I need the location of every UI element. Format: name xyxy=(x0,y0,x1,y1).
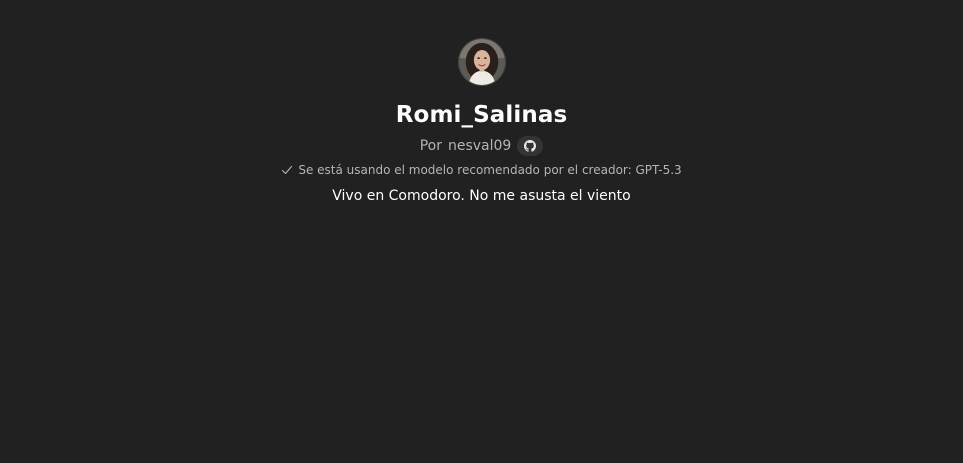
gpt-profile-header: Romi_Salinas Por nesval09 Se está usando… xyxy=(0,0,963,206)
check-icon xyxy=(282,165,293,175)
github-link-button[interactable] xyxy=(517,136,544,156)
model-notice-text: Se está usando el modelo recomendado por… xyxy=(298,163,682,177)
avatar xyxy=(457,38,506,86)
author-line: Por nesval09 xyxy=(420,135,544,157)
github-icon xyxy=(524,140,537,152)
author-prefix: Por xyxy=(419,138,442,154)
avatar-photo xyxy=(458,39,505,85)
gpt-description: Vivo en Comodoro. No me asusta el viento xyxy=(332,188,631,204)
gpt-name: Romi_Salinas xyxy=(395,102,568,128)
author-name: nesval09 xyxy=(447,138,512,154)
model-notice: Se está usando el modelo recomendado por… xyxy=(281,161,682,179)
